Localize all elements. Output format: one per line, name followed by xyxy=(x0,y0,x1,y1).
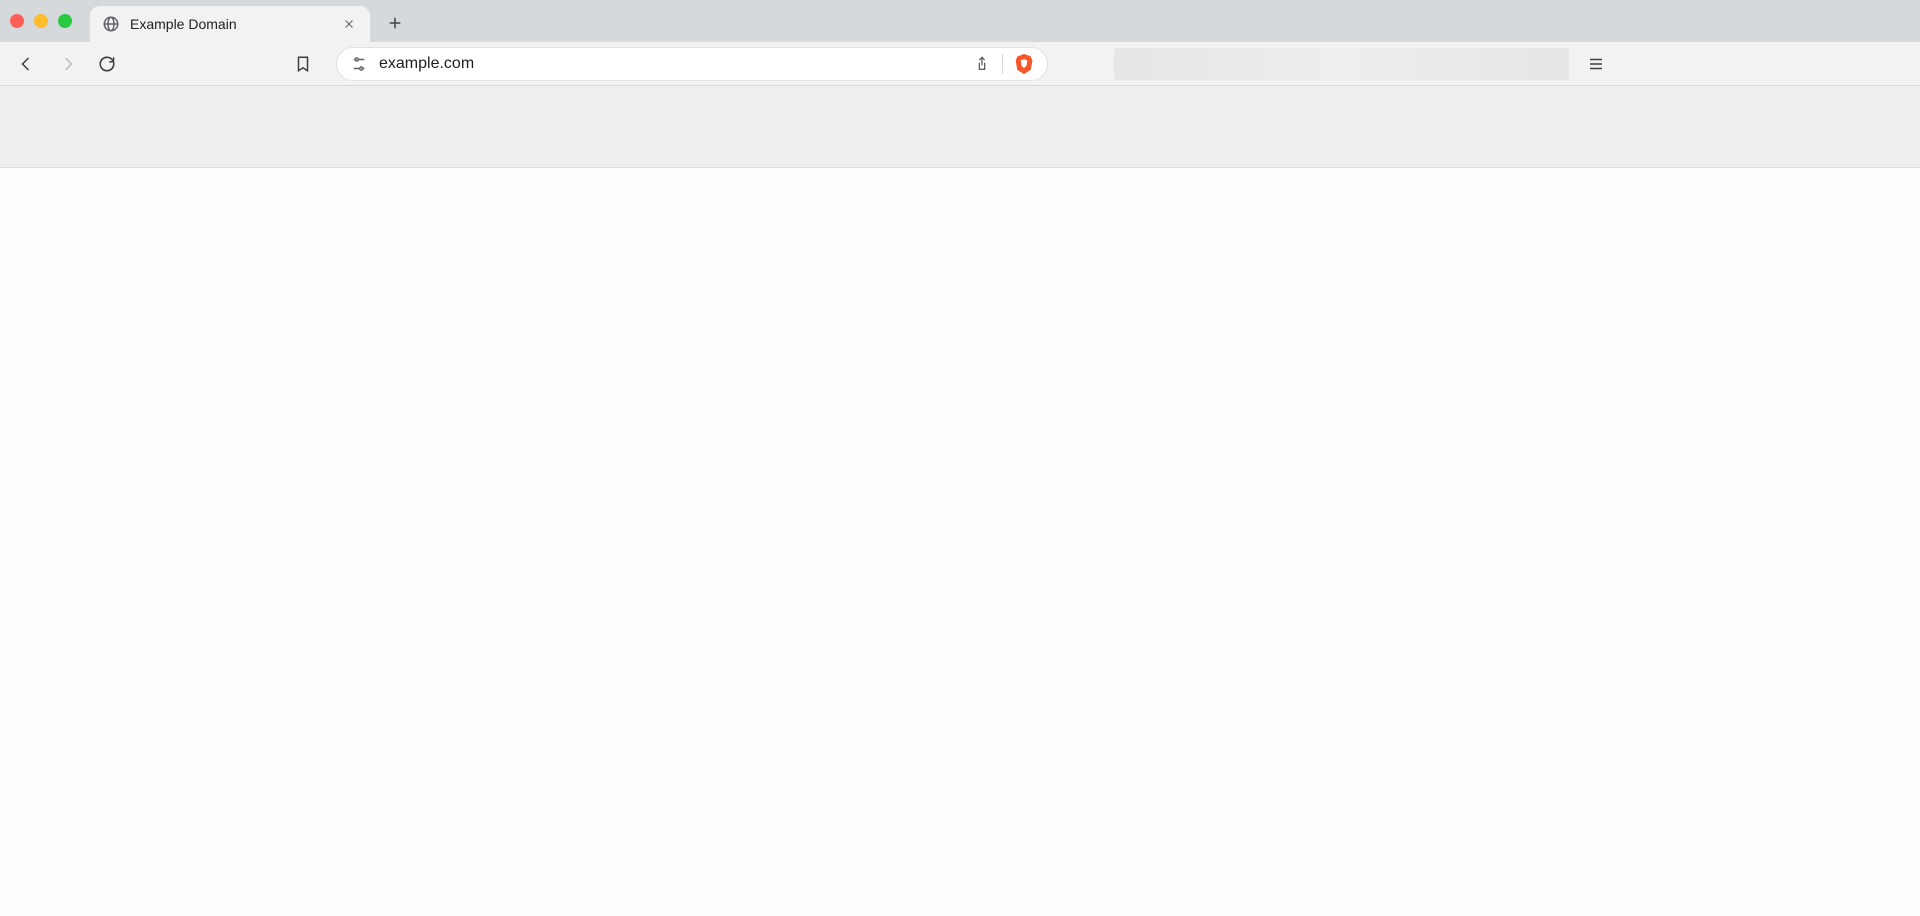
tune-icon xyxy=(350,55,368,73)
bookmarks-bar xyxy=(0,86,1920,168)
window-controls xyxy=(10,0,90,42)
window-minimize-button[interactable] xyxy=(34,14,48,28)
browser-tab[interactable]: Example Domain xyxy=(90,6,370,42)
window-close-button[interactable] xyxy=(10,14,24,28)
share-icon xyxy=(974,56,990,72)
hamburger-icon xyxy=(1587,55,1605,73)
back-arrow-icon xyxy=(18,55,36,73)
globe-icon xyxy=(102,15,120,33)
brave-lion-icon xyxy=(1014,53,1034,75)
forward-button[interactable] xyxy=(50,47,84,81)
tab-close-button[interactable] xyxy=(340,15,358,33)
extensions-area[interactable] xyxy=(1114,48,1569,80)
back-button[interactable] xyxy=(10,47,44,81)
divider xyxy=(1002,54,1003,74)
address-bar[interactable] xyxy=(336,47,1048,81)
reload-button[interactable] xyxy=(90,47,124,81)
tab-title: Example Domain xyxy=(130,16,330,32)
forward-arrow-icon xyxy=(58,55,76,73)
bookmark-icon xyxy=(294,55,312,73)
brave-shields-button[interactable] xyxy=(1013,53,1035,75)
new-tab-button[interactable] xyxy=(378,6,412,40)
reload-icon xyxy=(98,55,116,73)
app-menu-button[interactable] xyxy=(1579,47,1613,81)
close-icon xyxy=(343,18,355,30)
toolbar xyxy=(0,42,1920,86)
window-maximize-button[interactable] xyxy=(58,14,72,28)
share-button[interactable] xyxy=(972,54,992,74)
site-settings-button[interactable] xyxy=(349,54,369,74)
toolbar-right-cluster xyxy=(1114,47,1613,81)
url-input[interactable] xyxy=(379,55,962,73)
tab-strip: Example Domain xyxy=(0,0,1920,42)
bookmark-button[interactable] xyxy=(286,47,320,81)
plus-icon xyxy=(387,15,403,31)
page-content xyxy=(0,168,1920,916)
